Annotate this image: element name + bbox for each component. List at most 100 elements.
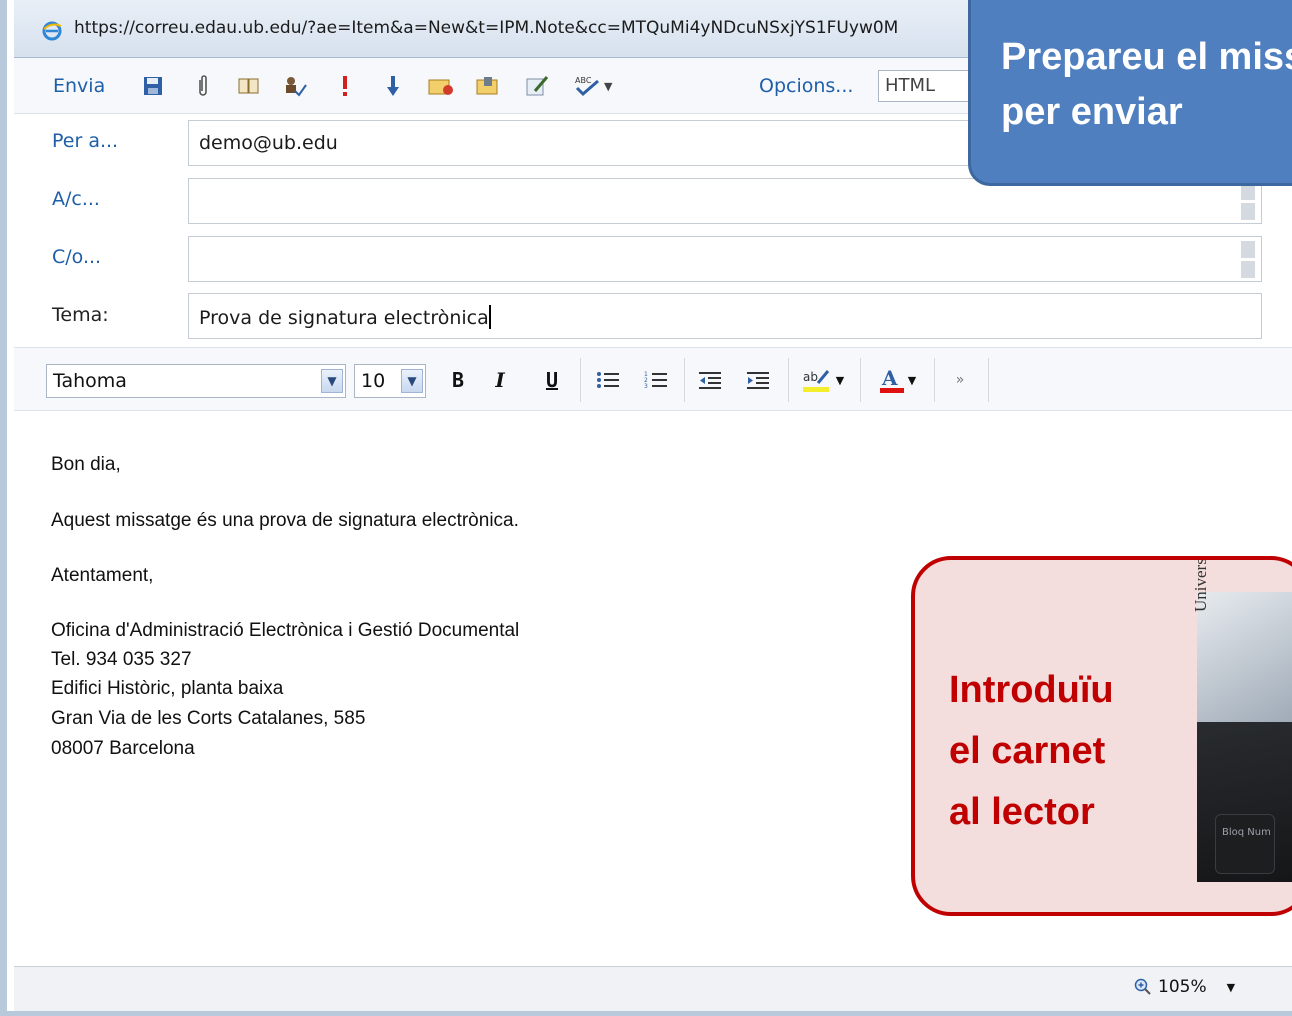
increase-indent-icon <box>747 372 769 389</box>
keyboard-key: Bloq Num <box>1215 814 1275 874</box>
bullet-list-button[interactable] <box>592 362 624 398</box>
subject-field[interactable]: Prova de signatura electrònica <box>188 293 1262 339</box>
signature-line-street: Gran Via de les Corts Catalanes, 585 <box>51 708 366 729</box>
toolbar-divider <box>860 358 861 402</box>
signature-line-phone: Tel. 934 035 327 <box>51 649 192 670</box>
subject-value: Prova de signatura electrònica <box>199 307 489 329</box>
italic-button[interactable]: I <box>486 362 514 398</box>
options-label: Opcions... <box>759 75 854 97</box>
instruction-callout-prepare: Prepareu el missatge per enviar <box>968 0 1292 186</box>
callout-insert-line1: Introduïu <box>949 669 1114 711</box>
address-book-button[interactable] <box>236 58 262 114</box>
toolbar-divider <box>988 358 989 402</box>
smart-card-image: Universitat de Barcelona <box>1191 560 1292 722</box>
save-button[interactable] <box>140 58 166 114</box>
toolbar-divider <box>934 358 935 402</box>
card-reader-photo: Universitat de Barcelona Bloq Num <box>1191 560 1292 882</box>
numbered-list-icon: 123 <box>644 371 667 390</box>
bcc-row: C/o... <box>14 230 1292 288</box>
font-family-select[interactable]: Tahoma ▼ <box>46 364 346 398</box>
highlight-color-button[interactable]: ab ▼ <box>796 362 850 398</box>
body-text: Aquest missatge és una prova de signatur… <box>51 510 519 531</box>
svg-text:3: 3 <box>644 383 648 390</box>
options-button[interactable]: Opcions... <box>759 58 853 114</box>
signature-line-office: Oficina d'Administració Electrònica i Ge… <box>51 620 520 641</box>
subject-label: Tema: <box>52 304 109 326</box>
text-cursor <box>488 305 491 329</box>
font-size-value: 10 <box>361 370 386 392</box>
signature-button[interactable] <box>524 58 550 114</box>
bullet-list-icon <box>597 372 619 388</box>
bcc-field[interactable] <box>188 236 1262 282</box>
callout-prepare-line2: per enviar <box>1001 91 1183 134</box>
signed-envelope-icon <box>428 73 454 99</box>
svg-text:ab: ab <box>803 370 818 384</box>
instruction-callout-insert-card: Introduïu el carnet al lector Universita… <box>911 556 1292 916</box>
cc-scrollbar[interactable] <box>1241 183 1255 221</box>
encrypted-envelope-icon <box>476 73 502 99</box>
address-book-icon <box>236 73 262 99</box>
check-names-icon <box>282 73 308 99</box>
signature-line-city: 08007 Barcelona <box>51 738 195 759</box>
floppy-disk-icon <box>140 73 166 99</box>
status-bar: 105% ▼ <box>14 966 1292 1011</box>
bold-button[interactable]: B <box>444 362 472 398</box>
address-bar-url[interactable]: https://correu.edau.ub.edu/?ae=Item&a=Ne… <box>74 18 979 38</box>
encrypt-message-button[interactable] <box>476 58 502 114</box>
toolbar-divider <box>788 358 789 402</box>
numbered-list-button[interactable]: 123 <box>640 362 672 398</box>
spell-check-button[interactable]: ABC ▼ <box>574 58 612 114</box>
more-options-button[interactable]: » <box>946 362 974 398</box>
bcc-button[interactable]: C/o... <box>52 246 101 268</box>
zoom-control[interactable]: 105% ▼ <box>1134 977 1235 997</box>
chevron-down-icon[interactable]: ▼ <box>401 369 423 393</box>
to-button[interactable]: Per a... <box>52 130 118 152</box>
spell-check-icon: ABC <box>574 73 600 99</box>
chevron-down-icon[interactable]: ▼ <box>1227 981 1235 994</box>
toolbar-divider <box>684 358 685 402</box>
arrow-down-icon <box>380 73 406 99</box>
font-color-icon: A <box>879 366 904 393</box>
check-names-button[interactable] <box>282 58 308 114</box>
formatting-toolbar: Tahoma ▼ 10 ▼ B I U 123 ab ▼ A ▼ » <box>14 347 1292 411</box>
font-size-select[interactable]: 10 ▼ <box>354 364 426 398</box>
attach-button[interactable] <box>190 58 216 114</box>
high-importance-button[interactable] <box>332 58 358 114</box>
paperclip-icon <box>190 73 216 99</box>
increase-indent-button[interactable] <box>742 362 774 398</box>
underline-button[interactable]: U <box>538 362 566 398</box>
zoom-magnifier-icon <box>1134 978 1151 995</box>
svg-text:ABC: ABC <box>575 76 592 85</box>
cc-button[interactable]: A/c... <box>52 188 100 210</box>
chevron-down-icon: ▼ <box>907 373 917 387</box>
chevron-down-icon[interactable]: ▼ <box>321 369 343 393</box>
internet-explorer-icon <box>42 21 62 41</box>
signature-pen-icon <box>524 73 550 99</box>
toolbar-divider <box>580 358 581 402</box>
highlight-icon: ab <box>802 370 829 392</box>
callout-prepare-line1: Prepareu el missatge <box>1001 36 1292 78</box>
spell-check-dropdown-icon[interactable]: ▼ <box>604 80 612 93</box>
exclamation-icon <box>332 73 358 99</box>
card-text: Universitat de Barcelona <box>1191 560 1211 612</box>
chevron-down-icon: ▼ <box>835 373 845 387</box>
signature-line-building: Edifici Històric, planta baixa <box>51 678 284 699</box>
callout-insert-line2: el carnet <box>949 729 1106 772</box>
body-greeting: Bon dia, <box>51 454 121 475</box>
callout-insert-line3: al lector <box>949 790 1095 833</box>
double-chevron-down-icon: » <box>955 372 965 388</box>
callout-insert-card-text: Introduïu el carnet al lector <box>949 660 1114 842</box>
decrease-indent-icon <box>699 372 721 389</box>
font-color-button[interactable]: A ▼ <box>870 362 924 398</box>
body-closing: Atentament, <box>51 565 154 586</box>
svg-text:A: A <box>881 366 898 390</box>
send-button[interactable]: Envia <box>53 58 105 114</box>
font-family-value: Tahoma <box>53 370 127 392</box>
zoom-level: 105% <box>1158 977 1207 997</box>
subject-row: Tema: Prova de signatura electrònica <box>14 288 1292 346</box>
decrease-indent-button[interactable] <box>694 362 726 398</box>
low-importance-button[interactable] <box>380 58 406 114</box>
bcc-scrollbar[interactable] <box>1241 241 1255 279</box>
sign-message-button[interactable] <box>428 58 454 114</box>
send-label: Envia <box>53 75 106 97</box>
